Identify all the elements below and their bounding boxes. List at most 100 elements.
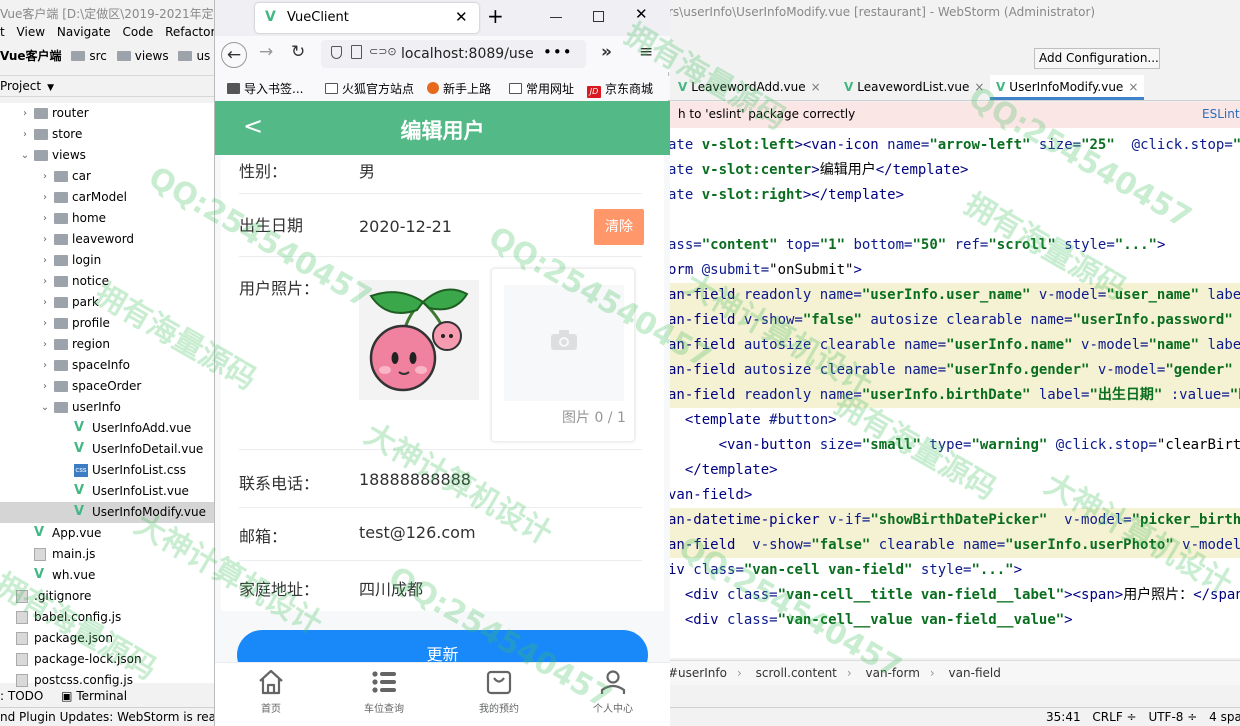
tab-space-query[interactable]: 车位查询: [334, 669, 434, 721]
chevron-right-icon[interactable]: ›: [40, 208, 50, 229]
maximize-icon[interactable]: [593, 11, 604, 22]
birthdate-field[interactable]: 2020-12-21: [359, 217, 452, 236]
tab-my-reservations[interactable]: 我的预约: [449, 669, 549, 721]
chevron-right-icon[interactable]: ›: [40, 229, 50, 250]
more-icon[interactable]: •••: [543, 43, 573, 61]
code-crumb[interactable]: scroll.content: [756, 666, 837, 680]
tree-item[interactable]: V App.vue: [0, 523, 214, 544]
bookmark-import[interactable]: 导入书签...: [227, 80, 303, 97]
shield-icon[interactable]: [331, 46, 342, 59]
bookmark-getting-started[interactable]: 新手上路: [427, 80, 491, 97]
photo-uploader[interactable]: 图片 0 / 1: [491, 268, 635, 442]
indent-setting[interactable]: 4 space: [1209, 710, 1240, 724]
new-tab-button[interactable]: +: [487, 4, 504, 28]
tree-item[interactable]: › carModel: [0, 187, 214, 208]
tree-item[interactable]: V UserInfoList.vue: [0, 481, 214, 502]
tree-item[interactable]: ⌄ views: [0, 145, 214, 166]
page-icon[interactable]: [351, 45, 362, 59]
code-line[interactable]: an-field autosize clearable name="userIn…: [668, 333, 1240, 358]
menu-icon[interactable]: ≡: [639, 42, 653, 62]
code-line[interactable]: an-field autosize clearable name="userIn…: [668, 358, 1240, 383]
tree-item[interactable]: › spaceOrder: [0, 376, 214, 397]
tree-item[interactable]: › login: [0, 250, 214, 271]
crumb-views[interactable]: views: [116, 49, 169, 63]
back-button[interactable]: ←: [221, 42, 247, 68]
tree-item[interactable]: V UserInfoAdd.vue: [0, 418, 214, 439]
code-line[interactable]: ate v-slot:left><van-icon name="arrow-le…: [668, 133, 1240, 158]
chevron-right-icon[interactable]: ›: [40, 292, 50, 313]
code-line[interactable]: an-datetime-picker v-if="showBirthDatePi…: [668, 508, 1240, 533]
email-input[interactable]: test@126.com: [359, 523, 476, 542]
chevron-right-icon[interactable]: ›: [40, 271, 50, 292]
chevron-down-icon[interactable]: ⌄: [20, 145, 30, 166]
address-bar[interactable]: ⊂⊃⊙ localhost:8089/useri •••: [321, 40, 586, 68]
code-editor[interactable]: ate v-slot:left><van-icon name="arrow-le…: [668, 128, 1240, 658]
code-crumb[interactable]: van-form: [866, 666, 920, 680]
upload-slot[interactable]: [504, 285, 624, 401]
browser-tab[interactable]: V VueClient ✕: [255, 3, 479, 33]
clear-birthdate-button[interactable]: 清除: [594, 209, 644, 245]
tab-home[interactable]: 首页: [221, 669, 321, 721]
tree-item[interactable]: › spaceInfo: [0, 355, 214, 376]
tree-item[interactable]: › car: [0, 166, 214, 187]
chevron-right-icon[interactable]: ›: [40, 376, 50, 397]
address-input[interactable]: 四川成都: [359, 576, 423, 600]
code-line[interactable]: iv class="van-cell van-field" style="...…: [668, 558, 1240, 583]
chevron-right-icon[interactable]: ›: [20, 124, 30, 145]
close-icon[interactable]: ×: [974, 80, 984, 94]
file-encoding[interactable]: UTF-8 ÷: [1148, 710, 1197, 724]
editor-tab-leavewordlist[interactable]: V LeavewordList.vue ×: [838, 75, 990, 100]
tree-item[interactable]: › home: [0, 208, 214, 229]
line-separator[interactable]: CRLF ÷: [1092, 710, 1136, 724]
close-icon[interactable]: ×: [1128, 80, 1138, 94]
chevron-right-icon[interactable]: ›: [40, 355, 50, 376]
tree-item[interactable]: main.js: [0, 544, 214, 565]
permissions-icon[interactable]: ⊂⊃⊙: [369, 45, 397, 58]
phone-input[interactable]: 18888888888: [359, 470, 471, 489]
chevron-right-icon[interactable]: ›: [40, 334, 50, 355]
editor-tab-leavewordadd[interactable]: V LeavewordAdd.vue ×: [672, 75, 827, 100]
minimize-icon[interactable]: [550, 17, 562, 18]
url-text[interactable]: localhost:8089/useri: [401, 46, 533, 62]
code-line[interactable]: an-field v-show="false" autosize clearab…: [668, 308, 1240, 333]
reload-button[interactable]: ↻: [291, 42, 305, 62]
tree-item[interactable]: V UserInfoDetail.vue: [0, 439, 214, 460]
tree-item[interactable]: › region: [0, 334, 214, 355]
code-line[interactable]: ate v-slot:center>编辑用户</template>: [668, 158, 1240, 183]
code-crumb[interactable]: #userInfo: [668, 666, 727, 680]
tree-item[interactable]: › park: [0, 292, 214, 313]
tree-item[interactable]: › router: [0, 103, 214, 124]
close-icon[interactable]: ×: [811, 80, 821, 94]
eslint-link[interactable]: ESLint: [1202, 107, 1240, 121]
code-line[interactable]: an-field v-show="false" clearable name="…: [668, 533, 1240, 558]
menu-refactor[interactable]: Refactor: [165, 25, 215, 39]
code-line[interactable]: <van-button size="small" type="warning" …: [668, 433, 1240, 458]
chevron-right-icon[interactable]: ›: [40, 187, 50, 208]
chevron-right-icon[interactable]: ›: [40, 250, 50, 271]
crumb-project[interactable]: Vue客户端: [0, 47, 62, 64]
code-line[interactable]: <div class="van-cell__value van-field__v…: [668, 608, 1240, 633]
chevron-down-icon[interactable]: ⌄: [40, 397, 50, 418]
tree-item[interactable]: › notice: [0, 271, 214, 292]
bookmark-firefox-site[interactable]: 火狐官方站点: [325, 80, 414, 97]
code-line[interactable]: van-field>: [668, 483, 1240, 508]
tree-item[interactable]: babel.config.js: [0, 607, 214, 628]
menu-navigate[interactable]: Navigate: [57, 25, 111, 39]
tree-item[interactable]: package.json: [0, 628, 214, 649]
cursor-position[interactable]: 35:41: [1046, 710, 1081, 724]
menu-view[interactable]: View: [17, 25, 45, 39]
add-configuration-button[interactable]: Add Configuration...: [1034, 48, 1160, 69]
tree-item[interactable]: › store: [0, 124, 214, 145]
tab-profile[interactable]: 个人中心: [563, 669, 663, 721]
tree-item[interactable]: V UserInfoModify.vue: [0, 502, 214, 523]
code-line[interactable]: ate v-slot:right></template>: [668, 183, 1240, 208]
project-panel-header[interactable]: Project ▼: [0, 75, 214, 97]
code-line[interactable]: [668, 208, 1240, 233]
tree-item[interactable]: ⌄ userInfo: [0, 397, 214, 418]
todo-tab[interactable]: : TODO: [0, 689, 43, 703]
crumb-src[interactable]: src: [71, 49, 107, 63]
tree-item[interactable]: .gitignore: [0, 586, 214, 607]
tree-item[interactable]: css UserInfoList.css: [0, 460, 214, 481]
overflow-chevron-icon[interactable]: »: [601, 42, 612, 62]
close-window-icon[interactable]: ✕: [635, 5, 648, 23]
